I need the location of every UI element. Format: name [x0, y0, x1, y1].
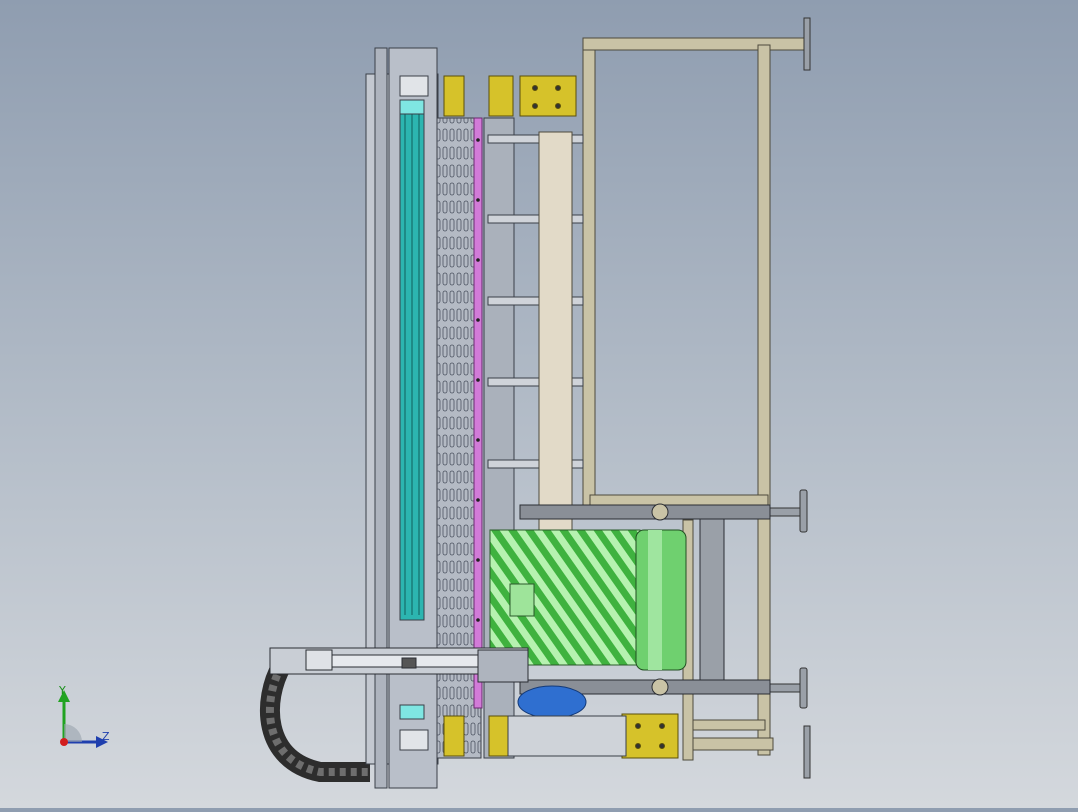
y-axis-label: Y	[59, 684, 66, 697]
cad-viewport[interactable]	[0, 0, 1078, 808]
drive-motor	[517, 685, 587, 719]
z-axis-label: Z	[102, 730, 110, 743]
main-column	[365, 47, 439, 789]
coordinate-axis-triad: Y Z	[44, 684, 124, 754]
roller-drum	[635, 529, 687, 671]
cable-drag-chain	[259, 319, 379, 782]
bottom-base-rail	[507, 715, 627, 757]
stacked-material	[489, 529, 641, 666]
leveling-feet	[767, 17, 811, 779]
axis-arrows	[58, 690, 108, 748]
top-mount-brackets	[443, 75, 577, 117]
machine-assembly-drawing	[259, 17, 811, 789]
